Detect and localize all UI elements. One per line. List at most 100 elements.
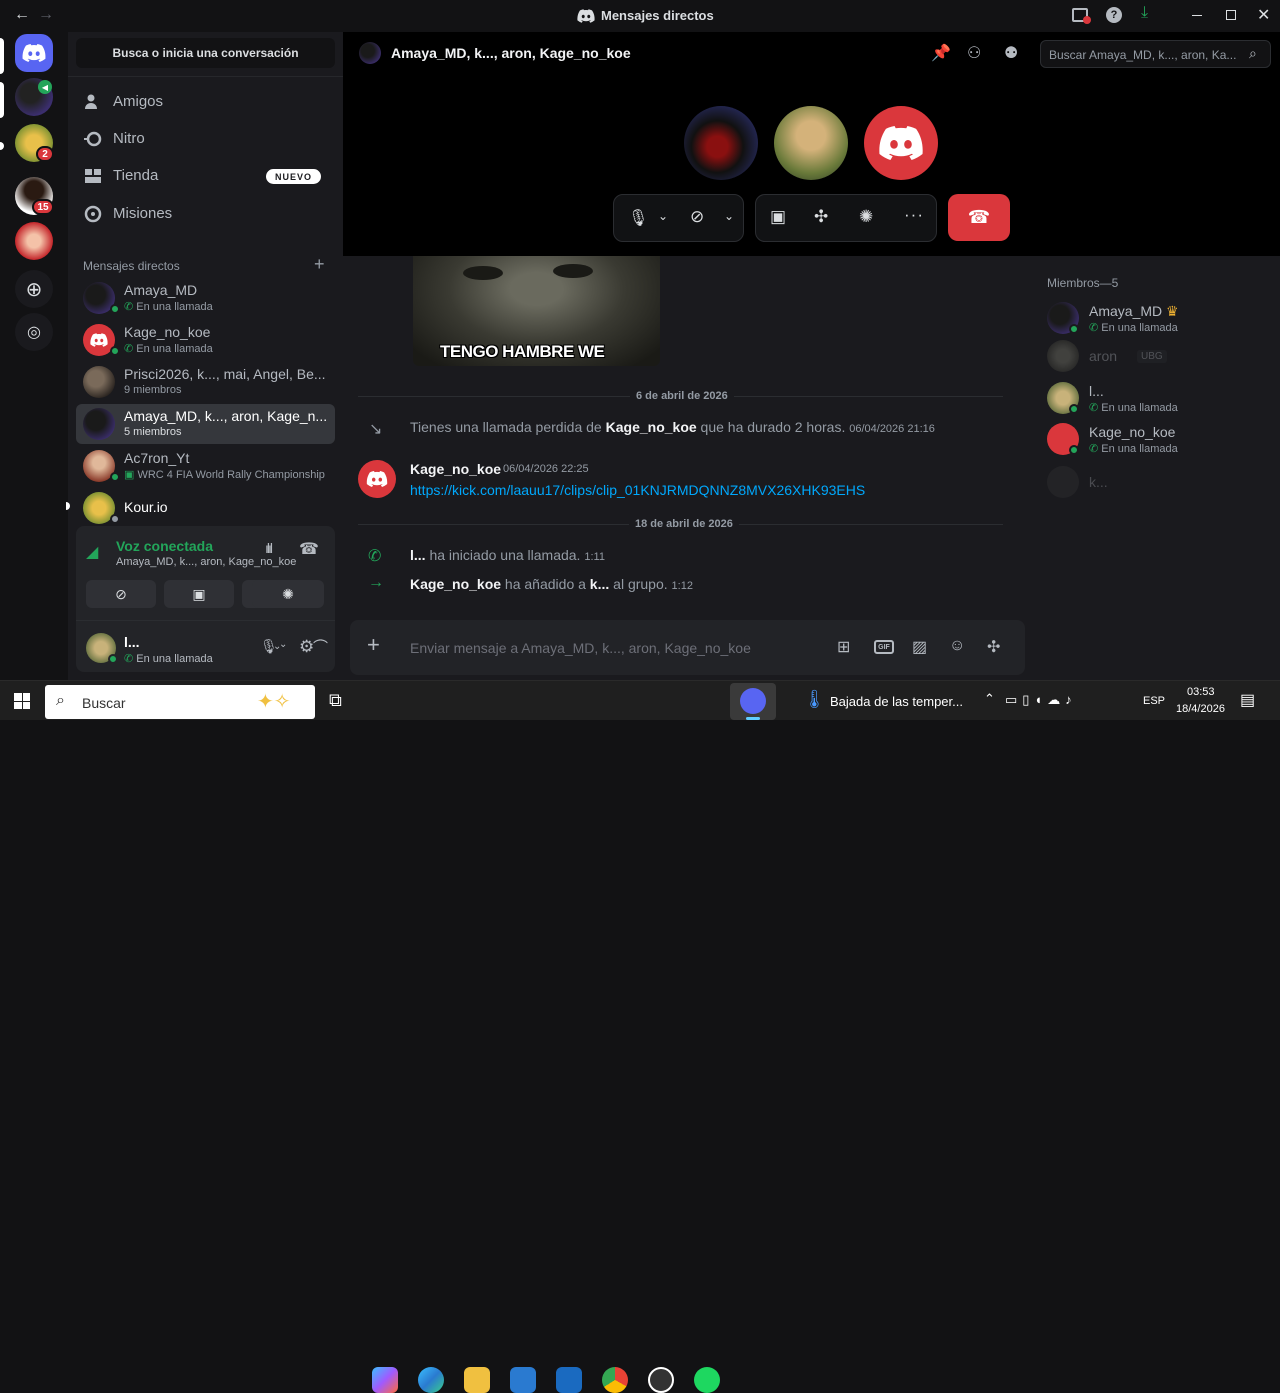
search-conversation-button[interactable]: Busca o inicia una conversación [76,38,335,68]
avatar [83,408,115,440]
windows-start-icon[interactable] [14,693,30,709]
screen-share-button[interactable]: ▣ [164,580,234,608]
clock-time[interactable]: 03:53 [1187,686,1215,698]
divider [76,620,335,621]
back-arrow-icon[interactable]: ← [14,6,30,24]
message-author[interactable]: Kage_no_koe [410,461,501,477]
dm-item[interactable]: Kage_no_koe ✆ En una llamada [76,320,335,360]
chevron-down-icon[interactable]: ⌄ [273,641,281,652]
edge-icon[interactable] [418,1367,444,1393]
voice-status[interactable]: Voz conectada [116,538,213,554]
clock-app-icon[interactable] [648,1367,674,1393]
camera-off-button[interactable]: ⊘ [86,580,156,608]
outlook-icon[interactable] [556,1367,582,1393]
member-item[interactable]: l... ✆ En una llamada [1047,378,1277,418]
meme-image[interactable]: TENGO HAMBRE WE [413,256,660,366]
message-avatar[interactable] [358,460,396,498]
emoji-icon[interactable]: ☺ [949,637,965,655]
sticker-icon[interactable]: ▨ [912,637,927,657]
language-indicator[interactable]: ESP [1143,695,1165,707]
taskbar-search[interactable]: ⌕ Buscar ✦✧ [45,685,315,719]
tray-chevron-up-icon[interactable]: ⌃ [984,691,995,707]
participant-avatar[interactable] [774,106,848,180]
notifications-icon[interactable]: ▤ [1240,690,1255,710]
clock-date[interactable]: 18/4/2026 [1176,703,1225,715]
discover-button[interactable]: ◎ [15,313,53,351]
taskbar-search-label: Buscar [82,695,126,711]
dm-item-active[interactable]: Amaya_MD, k..., aron, Kage_n... 5 miembr… [76,404,335,444]
dm-item[interactable]: Amaya_MD ✆ En una llamada [76,278,335,318]
add-friends-icon[interactable]: ⚇ [967,43,981,63]
camera-off-icon[interactable]: ⊘ [690,207,704,227]
task-view-icon[interactable]: ⧉ [329,690,342,711]
soundboard-button[interactable]: ✺ [252,580,324,608]
noise-suppression-icon[interactable]: ılıl [265,540,273,556]
member-tag: UBG [1137,350,1167,363]
help-icon[interactable]: ? [1106,7,1122,23]
date-divider-label: 6 de abril de 2026 [630,390,734,402]
weather-text[interactable]: Bajada de las temper... [830,694,963,709]
leave-call-button[interactable]: ☎ [948,194,1010,241]
inbox-alert-dot [1083,16,1091,24]
copilot-icon[interactable] [372,1367,398,1393]
gift-icon[interactable]: ⊞ [837,637,850,657]
pin-icon[interactable]: 📌 [931,43,951,63]
participant-avatar[interactable] [864,106,938,180]
member-item[interactable]: k... [1047,462,1277,502]
search-input[interactable]: Buscar Amaya_MD, k..., aron, Ka... ⌕ [1040,40,1271,68]
direct-messages-home-button[interactable] [15,34,53,72]
spotify-icon[interactable] [694,1367,720,1393]
message-link[interactable]: https://kick.com/laauu17/clips/clip_01KN… [410,482,865,498]
nav-friends[interactable]: Amigos [84,84,324,120]
store-icon[interactable] [510,1367,536,1393]
dm-item[interactable]: Kour.io [76,488,335,528]
nav-quests[interactable]: Misiones [84,196,324,232]
dm-item[interactable]: Ac7ron_Yt ▣ WRC 4 FIA World Rally Champi… [76,446,335,486]
dm-status: ✆ En una llamada [124,343,213,355]
member-item[interactable]: Amaya_MD ♛ ✆ En una llamada [1047,298,1277,338]
attach-plus-icon[interactable]: + [367,632,380,658]
disconnect-icon[interactable]: ☎ [299,539,319,559]
message-composer[interactable]: + Enviar mensaje a Amaya_MD, k..., aron,… [350,620,1025,675]
chrome-icon[interactable] [602,1367,628,1393]
nav-nitro[interactable]: Nitro [84,121,324,157]
more-options-icon[interactable]: ··· [904,205,924,225]
add-server-button[interactable]: ⊕ [15,270,53,308]
title-bar: ← → Mensajes directos ? ⤓ ✕ [0,0,1280,32]
maximize-icon[interactable] [1226,10,1236,20]
microphone-icon[interactable]: 🎙 [628,208,648,228]
settings-gear-icon[interactable]: ⚙ [299,637,314,657]
create-dm-plus-icon[interactable]: + [314,254,325,275]
dm-status: ▣ WRC 4 FIA World Rally Championship [124,469,325,481]
member-list-icon[interactable]: ⚉ [1004,43,1018,63]
soundboard-icon[interactable]: ✺ [859,207,873,227]
minimize-icon[interactable] [1192,15,1202,16]
member-item[interactable]: Kage_no_koe ✆ En una llamada [1047,419,1277,459]
gif-icon[interactable]: GIF [874,640,894,654]
chevron-down-icon[interactable]: ⌄ [658,209,668,223]
close-icon[interactable]: ✕ [1257,5,1270,25]
online-status-dot [110,304,120,314]
apps-icon[interactable]: ✣ [987,637,1000,657]
user-status: ✆ En una llamada [124,653,213,665]
headphones-icon[interactable]: ⌒ [313,636,328,657]
voice-channel[interactable]: Amaya_MD, k..., aron, Kage_no_koe [116,556,296,568]
new-badge: NUEVO [266,169,321,184]
dm-item[interactable]: Prisci2026, k..., mai, Angel, Be... 9 mi… [76,362,335,402]
chevron-down-icon[interactable]: ⌄ [724,209,734,223]
activities-icon[interactable]: ✣ [814,207,828,227]
discord-logo-icon [366,471,388,487]
discord-taskbar-button[interactable] [730,683,776,720]
dm-name: Amaya_MD [124,282,198,298]
tray-icons[interactable]: ▭▯◖☁♪ [1005,692,1077,708]
member-item[interactable]: aron UBG [1047,336,1277,376]
nav-shop[interactable]: Tienda NUEVO [84,158,324,194]
screen-share-icon[interactable]: ▣ [770,207,786,227]
file-explorer-icon[interactable] [464,1367,490,1393]
quests-icon [84,205,102,223]
download-icon[interactable]: ⤓ [1141,4,1148,22]
participant-avatar[interactable] [684,106,758,180]
forward-arrow-icon[interactable]: → [38,6,54,24]
nav-label: Amigos [113,93,164,110]
server-icon[interactable] [15,222,53,260]
